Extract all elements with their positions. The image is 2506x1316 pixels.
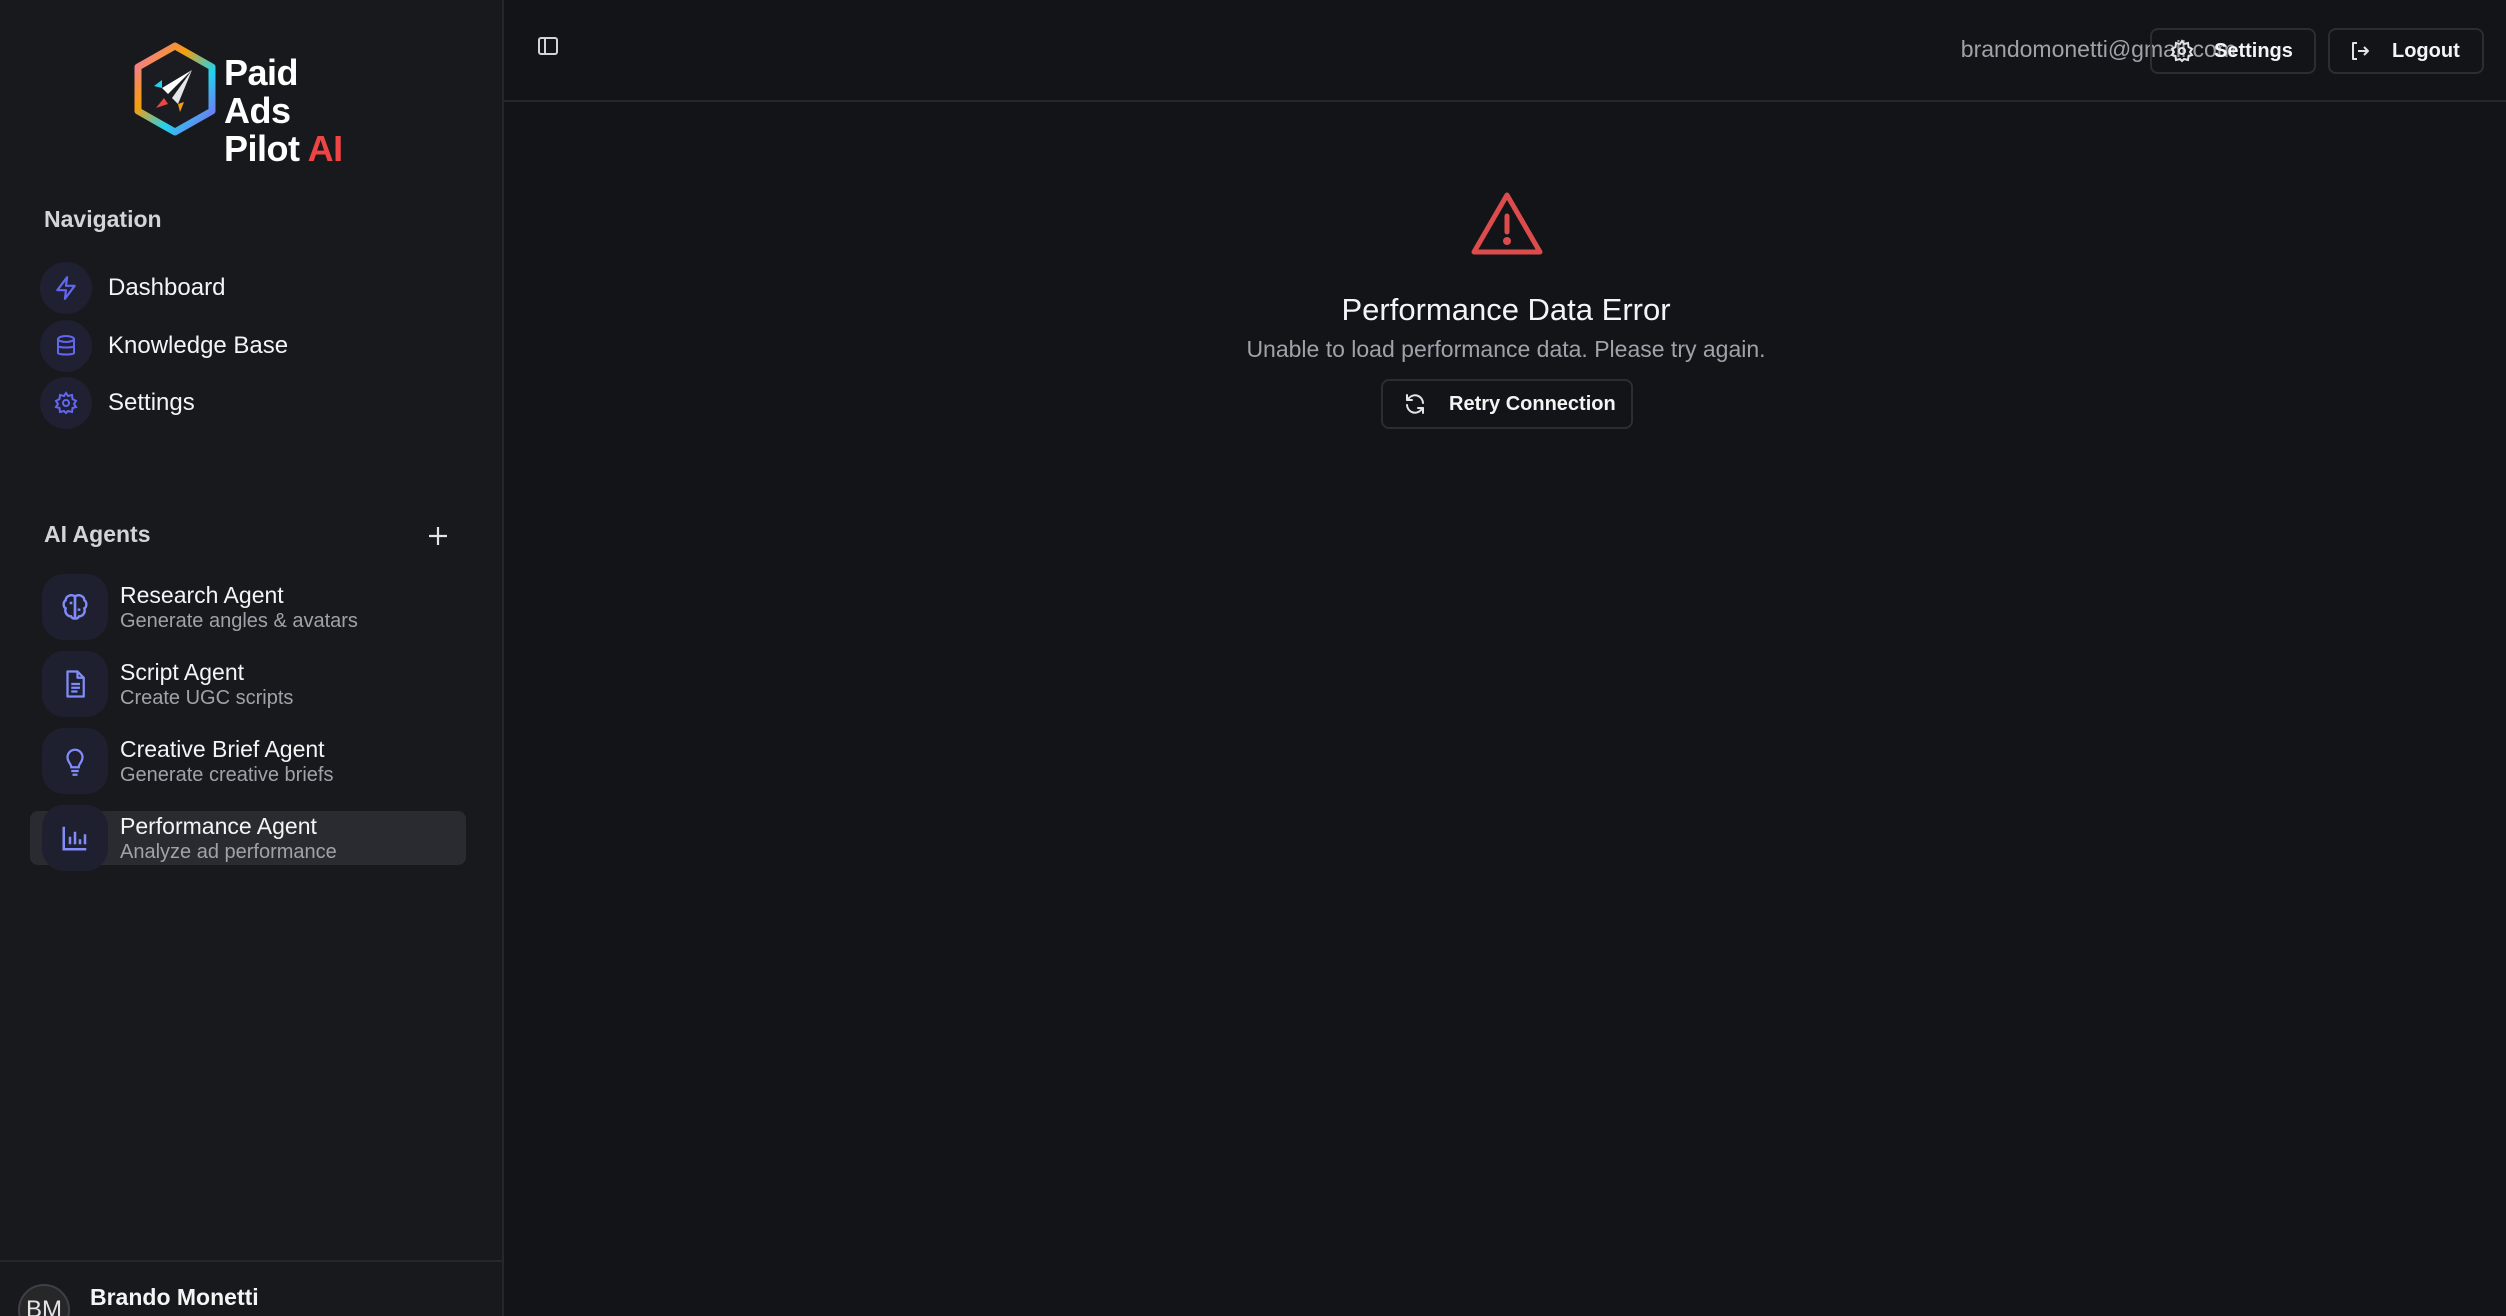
brand-line-1: Paid Ads <box>224 52 299 131</box>
sidebar-item-settings[interactable]: Settings <box>40 375 460 431</box>
top-header: brandomonetti@gmail.com Settings Logout <box>504 0 2506 102</box>
gear-icon <box>2170 39 2194 63</box>
logout-label: Logout <box>2392 39 2460 62</box>
retry-label: Retry Connection <box>1449 392 1616 415</box>
refresh-icon <box>1406 394 1424 414</box>
sidebar-toggle-button[interactable] <box>536 34 576 68</box>
brain-icon <box>42 574 108 640</box>
bolt-icon <box>40 262 92 314</box>
navigation-heading: Navigation <box>44 206 162 232</box>
brand-ai: AI <box>307 128 344 169</box>
sidebar-item-label: Settings <box>108 389 195 416</box>
warning-triangle-icon <box>1471 192 1543 255</box>
agent-script[interactable]: Script Agent Create UGC scripts <box>30 651 466 717</box>
agent-research[interactable]: Research Agent Generate angles & avatars <box>30 574 466 640</box>
brand-name: Paid Ads Pilot AI <box>224 54 372 168</box>
agent-creative-brief[interactable]: Creative Brief Agent Generate creative b… <box>30 728 466 794</box>
agent-description: Generate angles & avatars <box>120 609 358 632</box>
logo[interactable]: Paid Ads Pilot AI <box>132 42 372 168</box>
document-icon <box>42 651 108 717</box>
logout-button[interactable]: Logout <box>2328 28 2484 74</box>
brand-line-2: Pilot AI <box>224 130 372 168</box>
sidebar-item-knowledge-base[interactable]: Knowledge Base <box>40 318 460 374</box>
rocket-logo-icon <box>134 42 216 136</box>
error-message: Unable to load performance data. Please … <box>1246 336 1766 362</box>
database-icon <box>40 320 92 372</box>
sidebar: Paid Ads Pilot AI Navigation Dashboard K… <box>0 0 504 1316</box>
agent-description: Analyze ad performance <box>120 840 337 863</box>
avatar: BM <box>18 1284 70 1316</box>
plus-icon <box>429 527 447 545</box>
app-root: Paid Ads Pilot AI Navigation Dashboard K… <box>0 0 2506 1316</box>
add-agent-button[interactable] <box>420 518 456 554</box>
agent-name: Creative Brief Agent <box>120 735 325 762</box>
agent-name: Research Agent <box>120 581 284 608</box>
agent-description: Create UGC scripts <box>120 686 294 709</box>
agent-performance[interactable]: Performance Agent Analyze ad performance <box>30 805 466 871</box>
logout-icon <box>2352 42 2369 60</box>
lightbulb-icon <box>42 728 108 794</box>
error-title: Performance Data Error <box>1341 292 1671 327</box>
settings-label: Settings <box>2214 39 2293 62</box>
brand-pilot: Pilot <box>224 128 300 169</box>
panel-left-icon <box>538 37 558 55</box>
agent-name: Performance Agent <box>120 812 317 839</box>
settings-button[interactable]: Settings <box>2150 28 2316 74</box>
sidebar-item-label: Knowledge Base <box>108 332 289 359</box>
bar-chart-icon <box>42 805 108 871</box>
ai-agents-heading: AI Agents <box>44 521 151 547</box>
sidebar-item-label: Dashboard <box>108 274 226 301</box>
agent-name: Script Agent <box>120 658 245 685</box>
sidebar-item-dashboard[interactable]: Dashboard <box>40 260 460 316</box>
gear-icon <box>40 377 92 429</box>
user-name: Brando Monetti <box>90 1284 259 1310</box>
retry-connection-button[interactable]: Retry Connection <box>1381 379 1633 429</box>
agent-description: Generate creative briefs <box>120 763 334 786</box>
user-profile[interactable]: BM Brando Monetti <box>0 1260 504 1316</box>
